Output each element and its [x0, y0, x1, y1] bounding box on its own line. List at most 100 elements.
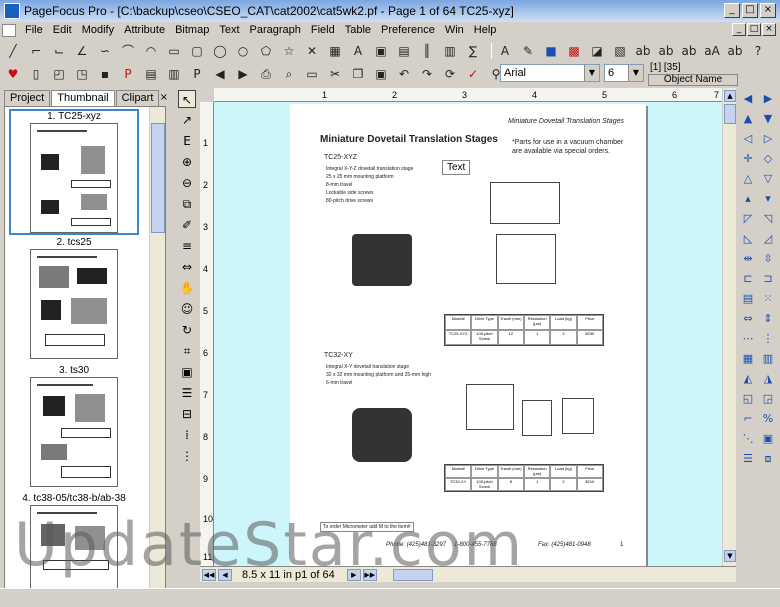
arc-icon[interactable]: ◠ [142, 42, 160, 60]
page-setup-icon[interactable]: ▭ [303, 65, 321, 83]
menu-edit[interactable]: Edit [48, 24, 77, 36]
image-frame-icon[interactable]: ▣ [372, 42, 390, 60]
paragraph-icon[interactable]: P [188, 65, 206, 83]
spec-table[interactable]: Model# Drive Type Travel (mm) Resolution… [444, 464, 604, 492]
technical-drawing[interactable] [562, 398, 594, 434]
space-v-icon[interactable]: ⋮ [758, 330, 778, 350]
grid-align-icon[interactable]: ▦ [738, 350, 758, 370]
copy-icon[interactable]: ❐ [349, 65, 367, 83]
close-icon[interactable]: × [160, 92, 168, 103]
flip-v-icon[interactable]: ◮ [758, 370, 778, 390]
technical-drawing[interactable] [522, 400, 552, 436]
arrow-down-icon[interactable]: ▼ [758, 110, 778, 130]
next-page-icon[interactable]: ▶ [234, 65, 252, 83]
paste-icon[interactable]: ▣ [372, 65, 390, 83]
bezier-icon[interactable]: ⌒ [119, 42, 137, 60]
abc-format-icon[interactable]: ab [680, 42, 698, 60]
shadow-icon[interactable]: ◪ [588, 42, 606, 60]
thumbnail-item[interactable]: 3. ts30 [9, 365, 139, 487]
chart-icon[interactable]: ▥ [441, 42, 459, 60]
stack-icon[interactable]: ▤ [738, 290, 758, 310]
select-arrow-icon[interactable]: ↖ [178, 90, 196, 108]
same-height-icon[interactable]: ⇕ [758, 310, 778, 330]
save-icon[interactable]: ▪ [96, 65, 114, 83]
font-size-select[interactable]: 6 ▼ [604, 64, 644, 82]
align-bottom-icon[interactable]: ▾ [758, 190, 778, 210]
align-center-icon[interactable]: ⊟ [178, 405, 196, 423]
scroll-down-icon[interactable]: ▼ [724, 550, 736, 562]
layers-icon[interactable]: ☰ [738, 450, 758, 470]
spell-abc-icon[interactable]: ab [634, 42, 652, 60]
spec-table[interactable]: Model# Drive Type Travel (mm) Resolution… [444, 314, 604, 346]
barcode-icon[interactable]: ║ [418, 42, 436, 60]
document-canvas[interactable]: Miniature Dovetail Translation Stages Mi… [214, 102, 722, 566]
layer-icon[interactable]: ▧ [611, 42, 629, 60]
curve-icon[interactable]: ∽ [96, 42, 114, 60]
percent-icon[interactable]: % [758, 410, 778, 430]
stretch-icon[interactable]: ⇔ [178, 258, 196, 276]
group-icon[interactable]: ▣ [178, 363, 196, 381]
chevron-down-icon[interactable]: ▼ [628, 65, 643, 81]
import-icon[interactable]: ▥ [165, 65, 183, 83]
arrow-left-icon[interactable]: ◀ [738, 90, 758, 110]
distribute-h-icon[interactable]: ⇹ [738, 250, 758, 270]
person-icon[interactable]: ☺ [178, 300, 196, 318]
distribute-v-icon[interactable]: ⇳ [758, 250, 778, 270]
maximize-button[interactable]: □ [742, 3, 758, 18]
bring-front-icon[interactable]: ◲ [758, 390, 778, 410]
circle-icon[interactable]: ○ [234, 42, 252, 60]
prev-page-icon[interactable]: ◀ [211, 65, 229, 83]
expand-icon[interactable]: ✛ [738, 150, 758, 170]
arrow-up-icon[interactable]: ▲ [738, 110, 758, 130]
crop-icon[interactable]: ⌗ [178, 342, 196, 360]
technical-drawing[interactable] [466, 384, 514, 430]
text-frame-icon[interactable]: A [349, 42, 367, 60]
cross-icon[interactable]: ✕ [303, 42, 321, 60]
zoom-out-icon[interactable]: ⊖ [178, 174, 196, 192]
export-icon[interactable]: ▤ [142, 65, 160, 83]
align-top-icon[interactable]: ▴ [738, 190, 758, 210]
columns-icon[interactable]: ▥ [758, 350, 778, 370]
node-edit-icon[interactable]: ↗ [178, 111, 196, 129]
line-weight-icon[interactable]: ≡ [178, 237, 196, 255]
rotate-icon[interactable]: ↻ [178, 321, 196, 339]
document-page[interactable]: Miniature Dovetail Translation Stages Mi… [290, 104, 646, 566]
text-frame[interactable]: Text [442, 160, 471, 175]
doc-restore-button[interactable]: □ [747, 23, 761, 36]
step-icon[interactable]: ⌐ [738, 410, 758, 430]
move-right-icon[interactable]: ▷ [758, 130, 778, 150]
chevron-down-icon[interactable]: ▼ [584, 65, 599, 81]
pen-color-icon[interactable]: ✎ [519, 42, 537, 60]
shrink-icon[interactable]: ◇ [758, 150, 778, 170]
link-frames-icon[interactable]: ⧉ [178, 195, 196, 213]
nudge-up-icon[interactable]: △ [738, 170, 758, 190]
align-left-icon[interactable]: ⊏ [738, 270, 758, 290]
scrollbar-thumb[interactable] [724, 104, 736, 124]
lock-icon[interactable]: ▣ [758, 430, 778, 450]
print-icon[interactable]: ⎙ [257, 65, 275, 83]
abc-check-icon[interactable]: ab [657, 42, 675, 60]
space-h-icon[interactable]: ⋯ [738, 330, 758, 350]
menu-attribute[interactable]: Attribute [119, 24, 170, 36]
send-back-icon[interactable]: ◱ [738, 390, 758, 410]
scroll-up-icon[interactable]: ▲ [724, 90, 736, 102]
align-stack-icon[interactable]: ☰ [178, 384, 196, 402]
rectangle-icon[interactable]: ▭ [165, 42, 183, 60]
close-button[interactable]: × [760, 3, 776, 18]
line-icon[interactable]: ╱ [4, 42, 22, 60]
heart-icon[interactable]: ♥ [4, 65, 22, 83]
object-name-field[interactable]: Object Name [648, 74, 738, 86]
polygon-icon[interactable]: ⬠ [257, 42, 275, 60]
spread-icon[interactable]: ⁙ [758, 290, 778, 310]
new-file-icon[interactable]: ▯ [27, 65, 45, 83]
font-select[interactable]: Arial ▼ [500, 64, 600, 82]
fill-color-icon[interactable]: ■ [542, 42, 560, 60]
tab-project[interactable]: Project [4, 90, 51, 106]
zoom-in-icon[interactable]: ⊕ [178, 153, 196, 171]
rounded-rect-icon[interactable]: ▢ [188, 42, 206, 60]
cut-icon[interactable]: ✂ [326, 65, 344, 83]
menu-modify[interactable]: Modify [77, 24, 119, 36]
align-right-icon[interactable]: ⊐ [758, 270, 778, 290]
open-folder-icon[interactable]: ◰ [50, 65, 68, 83]
menu-file[interactable]: File [20, 24, 48, 36]
